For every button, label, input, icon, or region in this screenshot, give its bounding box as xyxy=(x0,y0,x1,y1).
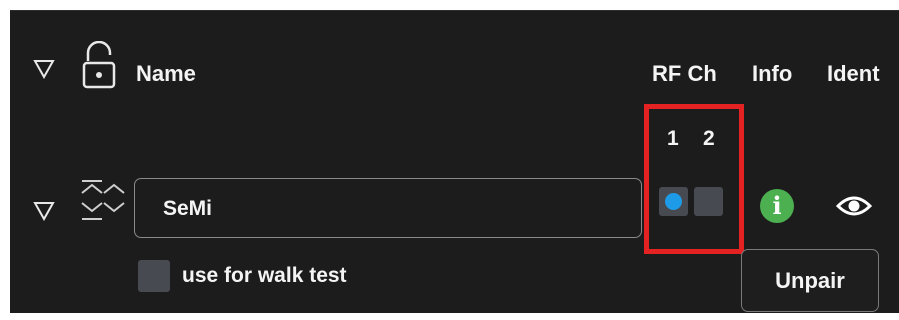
device-name-field[interactable]: SeMi xyxy=(134,178,642,238)
info-icon[interactable]: i xyxy=(760,189,794,223)
unpair-button[interactable]: Unpair xyxy=(741,249,879,312)
expand-collapse-icon[interactable] xyxy=(78,177,126,233)
device-panel: Name RF Ch Info Ident 1 2 SeMi i use for… xyxy=(10,10,899,313)
walk-test-checkbox[interactable] xyxy=(138,260,170,292)
collapse-all-triangle-icon[interactable] xyxy=(33,59,55,79)
device-name-value: SeMi xyxy=(163,197,213,220)
unlocked-padlock-icon[interactable] xyxy=(82,41,116,89)
eye-icon[interactable] xyxy=(836,192,872,220)
info-column-header: Info xyxy=(752,61,793,86)
walk-test-label: use for walk test xyxy=(182,264,347,287)
rf-channel-highlight-box xyxy=(644,104,744,254)
ident-column-header: Ident xyxy=(827,61,880,86)
name-column-header[interactable]: Name xyxy=(136,61,196,87)
rf-ch-column-header: RF Ch xyxy=(652,61,717,86)
collapse-device-triangle-icon[interactable] xyxy=(33,201,55,221)
